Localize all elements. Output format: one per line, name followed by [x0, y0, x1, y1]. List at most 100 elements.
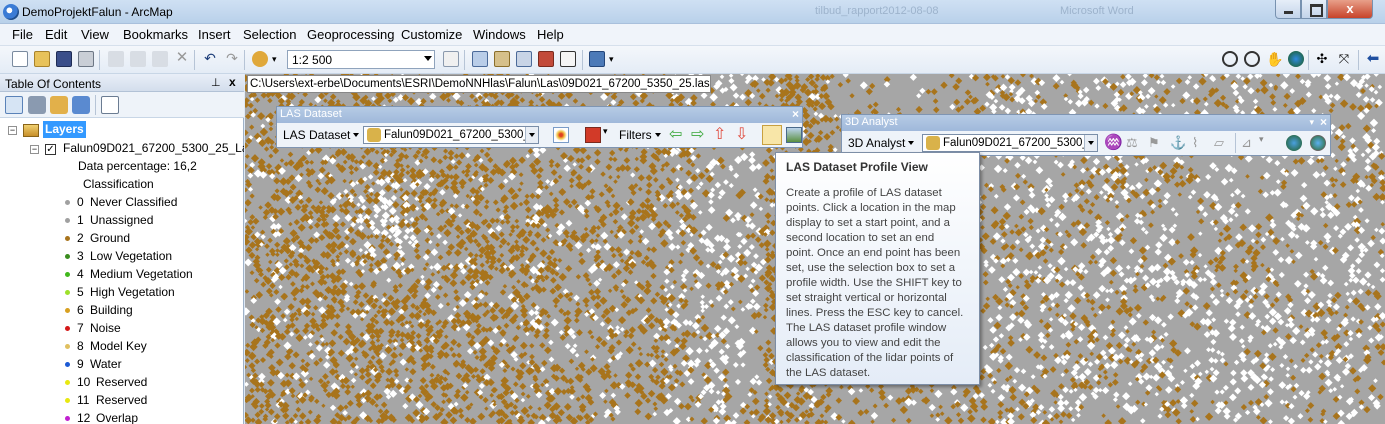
- window-title: DemoProjektFalun - ArcMap: [22, 5, 173, 19]
- list-by-drawing-order-icon[interactable]: [5, 96, 23, 114]
- class-name[interactable]: Ground: [90, 229, 130, 247]
- class-color-swatch[interactable]: [65, 200, 70, 205]
- toc-window-icon[interactable]: [472, 51, 488, 67]
- collapse-layers-icon[interactable]: −: [8, 126, 17, 135]
- class-name[interactable]: Water: [90, 355, 122, 373]
- save-icon[interactable]: [56, 51, 72, 67]
- menu-geoprocessing[interactable]: Geoprocessing: [307, 27, 394, 42]
- class-name[interactable]: Overlap: [96, 409, 138, 424]
- class-color-swatch[interactable]: [65, 236, 70, 241]
- class-color-swatch[interactable]: [65, 398, 70, 403]
- map-scale-input[interactable]: 1:2 500: [287, 50, 435, 69]
- menu-view[interactable]: View: [81, 27, 109, 42]
- class-name[interactable]: Noise: [90, 319, 121, 337]
- options-icon[interactable]: [101, 96, 119, 114]
- chevron-down-icon[interactable]: [424, 56, 432, 61]
- full-extent-icon[interactable]: [1288, 51, 1304, 67]
- menu-selection[interactable]: Selection: [243, 27, 296, 42]
- toolbar-separator: [194, 50, 195, 70]
- undo-icon[interactable]: ↶: [202, 51, 218, 67]
- layer-visibility-checkbox[interactable]: ✓: [45, 144, 56, 155]
- menu-insert[interactable]: Insert: [198, 27, 231, 42]
- open-folder-icon[interactable]: [34, 51, 50, 67]
- maximize-button[interactable]: [1301, 0, 1327, 19]
- class-name[interactable]: Unassigned: [90, 211, 153, 229]
- class-code: 4: [77, 267, 84, 281]
- close-button[interactable]: x: [1327, 0, 1373, 19]
- fixed-zoom-out-icon[interactable]: ⤧: [1336, 51, 1352, 67]
- fixed-zoom-in-icon[interactable]: ✣: [1314, 51, 1330, 67]
- class-color-swatch[interactable]: [65, 362, 70, 367]
- class-code: 10: [77, 375, 91, 389]
- zoom-in-icon[interactable]: [1222, 51, 1238, 67]
- menu-windows[interactable]: Windows: [473, 27, 526, 42]
- delete-icon[interactable]: ✕: [174, 50, 190, 67]
- class-name[interactable]: Low Vegetation: [90, 247, 172, 265]
- model-builder-icon[interactable]: [589, 51, 605, 67]
- arctoolbox-icon[interactable]: [538, 51, 554, 67]
- arcmap-app-icon[interactable]: [3, 4, 19, 20]
- menu-customize[interactable]: Customize: [401, 27, 462, 42]
- class-color-swatch[interactable]: [65, 272, 70, 277]
- list-by-source-icon[interactable]: [28, 96, 46, 114]
- background-window-app: Microsoft Word: [1060, 5, 1134, 17]
- pan-hand-icon[interactable]: ✋: [1266, 51, 1283, 67]
- class-code: 2: [77, 231, 84, 245]
- class-color-swatch[interactable]: [65, 218, 70, 223]
- minimize-button[interactable]: [1275, 0, 1301, 19]
- class-name[interactable]: Building: [90, 301, 133, 319]
- class-code: 3: [77, 249, 84, 263]
- table-of-contents-panel: Table Of Contents ⊥ x − Layers − ✓ Falun…: [0, 74, 244, 424]
- copy-icon[interactable]: [130, 51, 146, 67]
- add-data-icon[interactable]: [252, 51, 268, 67]
- add-data-dropdown-icon[interactable]: ▾: [272, 51, 280, 67]
- toc-close-icon[interactable]: x: [229, 75, 236, 89]
- toolbar-options-icon[interactable]: ▾: [609, 51, 617, 67]
- class-color-swatch[interactable]: [65, 380, 70, 385]
- toolbar-separator: [582, 50, 583, 70]
- menu-file[interactable]: File: [12, 27, 33, 42]
- list-by-visibility-icon[interactable]: [50, 96, 68, 114]
- class-color-swatch[interactable]: [65, 344, 70, 349]
- class-color-swatch[interactable]: [65, 308, 70, 313]
- editor-toolbar-icon[interactable]: [443, 51, 459, 67]
- data-percentage-label: Data percentage: 16,2: [78, 159, 197, 173]
- class-name[interactable]: Model Key: [90, 337, 147, 355]
- class-name[interactable]: Medium Vegetation: [90, 265, 193, 283]
- class-code: 8: [77, 339, 84, 353]
- toolbar-separator: [95, 95, 96, 115]
- class-color-swatch[interactable]: [65, 416, 70, 421]
- class-code: 11: [77, 393, 90, 407]
- search-window-icon[interactable]: [516, 51, 532, 67]
- class-color-swatch[interactable]: [65, 326, 70, 331]
- go-back-icon[interactable]: ⬅: [1365, 51, 1381, 67]
- menu-help[interactable]: Help: [537, 27, 564, 42]
- cut-icon[interactable]: [108, 51, 124, 67]
- catalog-window-icon[interactable]: [494, 51, 510, 67]
- class-name[interactable]: High Vegetation: [90, 283, 175, 301]
- print-icon[interactable]: [78, 51, 94, 67]
- map-scale-value: 1:2 500: [292, 53, 333, 67]
- class-color-swatch[interactable]: [65, 290, 70, 295]
- class-code: 9: [77, 357, 84, 371]
- python-window-icon[interactable]: [560, 51, 576, 67]
- collapse-layer-icon[interactable]: −: [30, 145, 39, 154]
- new-document-icon[interactable]: [12, 51, 28, 67]
- redo-icon[interactable]: ↷: [224, 51, 240, 67]
- toc-title: Table Of Contents: [5, 77, 102, 91]
- paste-icon[interactable]: [152, 51, 168, 67]
- toc-header: Table Of Contents ⊥ x: [0, 74, 244, 92]
- class-color-swatch[interactable]: [65, 254, 70, 259]
- menu-bookmarks[interactable]: Bookmarks: [123, 27, 188, 42]
- pin-icon[interactable]: ⊥: [211, 76, 221, 89]
- zoom-out-icon[interactable]: [1244, 51, 1260, 67]
- layer-name[interactable]: Falun09D021_67200_5300_25_LasD: [63, 139, 244, 157]
- list-by-selection-icon[interactable]: [72, 96, 90, 114]
- background-window-title: tilbud_rapport2012-08-08: [815, 5, 939, 17]
- class-name[interactable]: Reserved: [96, 373, 147, 391]
- class-code: 12: [77, 411, 91, 424]
- menu-edit[interactable]: Edit: [45, 27, 67, 42]
- layers-group-label[interactable]: Layers: [43, 121, 86, 138]
- class-name[interactable]: Never Classified: [90, 193, 177, 211]
- class-name[interactable]: Reserved: [96, 391, 147, 409]
